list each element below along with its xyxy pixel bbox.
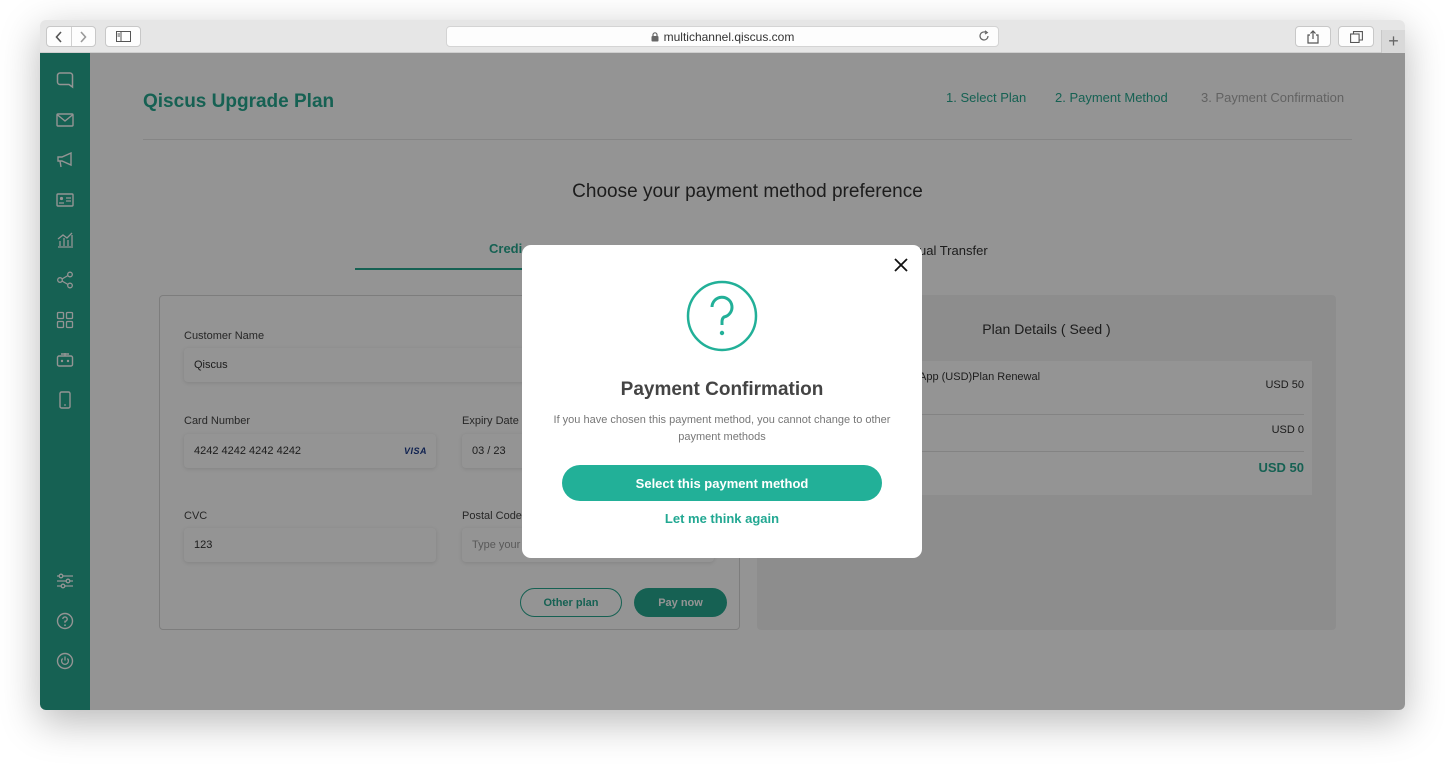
close-button[interactable]	[892, 256, 910, 274]
forward-button[interactable]	[70, 27, 96, 46]
plus-icon: +	[1388, 31, 1399, 51]
share-icon	[1307, 29, 1319, 44]
select-payment-method-button[interactable]: Select this payment method	[562, 465, 882, 501]
new-tab-button[interactable]: +	[1381, 30, 1405, 53]
browser-window: multichannel.qiscus.com + Qiscus Upgrade…	[40, 20, 1405, 710]
close-icon	[894, 258, 908, 272]
tabs-icon	[1349, 30, 1363, 43]
address-bar[interactable]: multichannel.qiscus.com	[446, 26, 999, 47]
sidebar-toggle-button[interactable]	[105, 26, 141, 47]
modal-title: Payment Confirmation	[620, 379, 824, 400]
think-again-link[interactable]: Let me think again	[522, 511, 922, 526]
tabs-overview-button[interactable]	[1338, 26, 1374, 47]
payment-confirmation-modal: Payment Confirmation If you have chosen …	[522, 245, 922, 558]
back-button[interactable]	[47, 27, 71, 46]
lock-icon	[651, 31, 659, 42]
chevron-right-icon	[80, 30, 87, 43]
chevron-left-icon	[55, 30, 62, 43]
share-button[interactable]	[1295, 26, 1331, 47]
question-mark-icon	[686, 280, 758, 352]
app-content: Qiscus Upgrade Plan 1. Select Plan 2. Pa…	[40, 53, 1405, 710]
modal-description: If you have chosen this payment method, …	[553, 414, 891, 443]
reload-icon[interactable]	[978, 30, 990, 45]
sidebar-icon	[115, 31, 131, 42]
browser-toolbar: multichannel.qiscus.com +	[40, 20, 1405, 53]
url-text: multichannel.qiscus.com	[663, 29, 795, 44]
history-nav	[46, 26, 96, 47]
